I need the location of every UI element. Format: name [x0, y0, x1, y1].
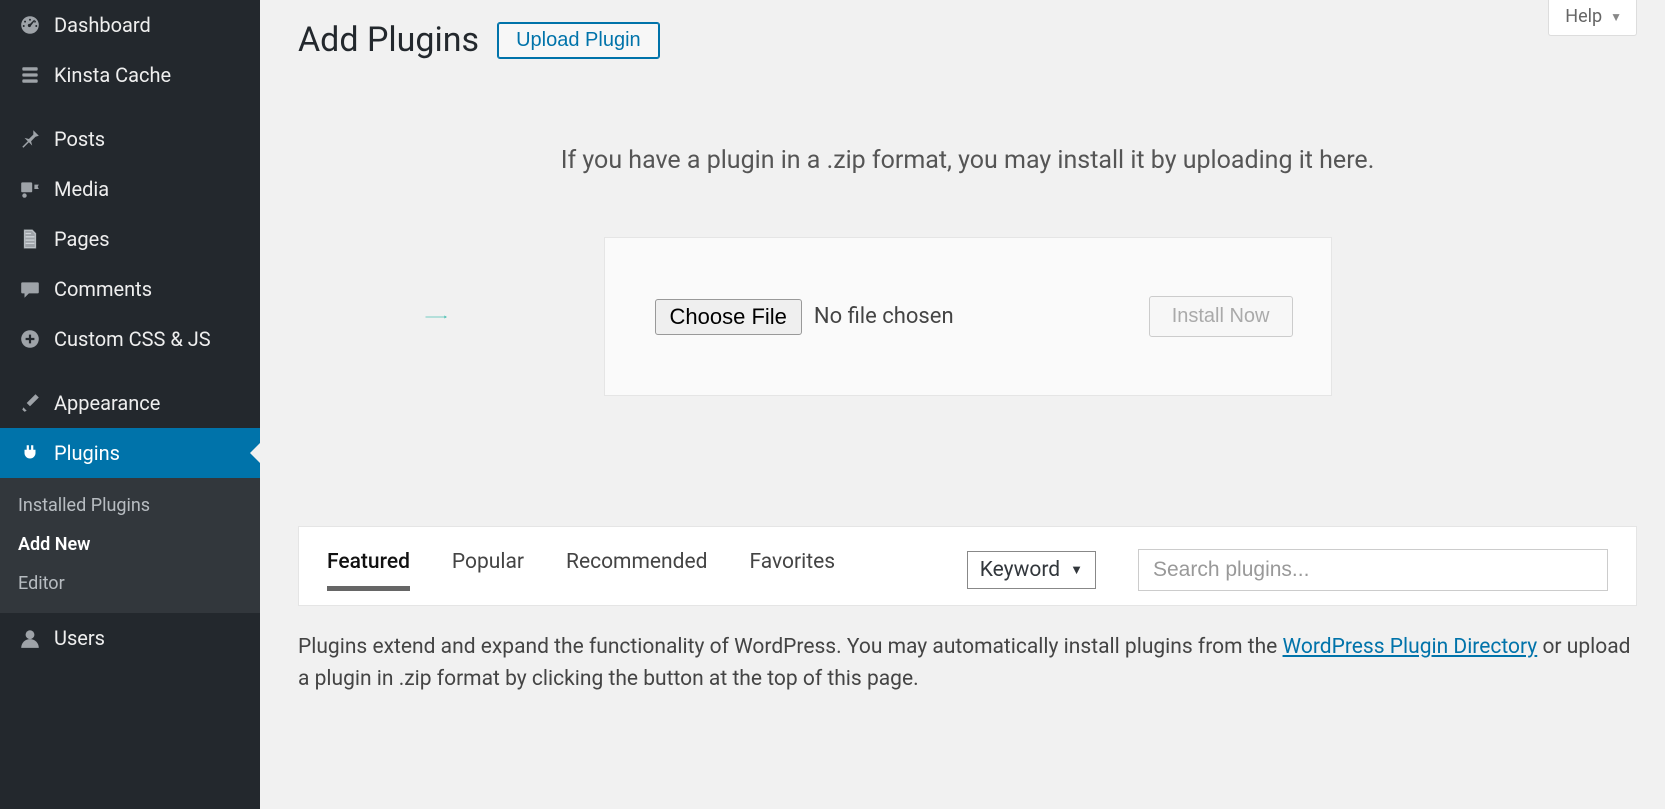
search-type-label: Keyword	[980, 558, 1060, 582]
page-header: Add Plugins Upload Plugin	[298, 0, 1637, 60]
sidebar-item-comments[interactable]: Comments	[0, 264, 260, 314]
plugins-description: Plugins extend and expand the functional…	[298, 632, 1637, 695]
main-content: Help ▼ Add Plugins Upload Plugin If you …	[260, 0, 1665, 809]
sidebar-item-label: Dashboard	[54, 13, 248, 37]
admin-sidebar: Dashboard Kinsta Cache Posts Media Pages…	[0, 0, 260, 809]
plugins-submenu: Installed Plugins Add New Editor	[0, 478, 260, 613]
sidebar-item-label: Posts	[54, 127, 248, 151]
chevron-down-icon: ▼	[1610, 10, 1622, 24]
submenu-add-new[interactable]: Add New	[0, 525, 260, 564]
install-now-button[interactable]: Install Now	[1149, 296, 1293, 337]
upload-plugin-button[interactable]: Upload Plugin	[497, 22, 660, 59]
sidebar-item-label: Comments	[54, 277, 248, 301]
help-tab[interactable]: Help ▼	[1548, 0, 1637, 36]
submenu-installed-plugins[interactable]: Installed Plugins	[0, 486, 260, 525]
comment-icon	[16, 278, 44, 300]
menu-separator	[0, 100, 260, 114]
pin-icon	[16, 128, 44, 150]
tab-favorites[interactable]: Favorites	[749, 550, 835, 591]
wp-plugin-directory-link[interactable]: WordPress Plugin Directory	[1283, 635, 1538, 659]
choose-file-button[interactable]: Choose File	[655, 299, 802, 335]
user-icon	[16, 627, 44, 649]
sidebar-item-posts[interactable]: Posts	[0, 114, 260, 164]
dashboard-icon	[16, 14, 44, 36]
sidebar-item-pages[interactable]: Pages	[0, 214, 260, 264]
sidebar-item-label: Custom CSS & JS	[54, 327, 248, 351]
sidebar-item-label: Media	[54, 177, 248, 201]
menu-separator	[0, 364, 260, 378]
arrow-annotation	[425, 306, 447, 328]
sidebar-item-custom-css-js[interactable]: Custom CSS & JS	[0, 314, 260, 364]
sidebar-item-label: Plugins	[54, 441, 248, 465]
plugin-icon	[16, 442, 44, 464]
sidebar-item-users[interactable]: Users	[0, 613, 260, 663]
sidebar-item-media[interactable]: Media	[0, 164, 260, 214]
file-input-row: Choose File No file chosen	[655, 299, 954, 335]
search-plugins-input[interactable]	[1138, 549, 1608, 591]
sidebar-item-dashboard[interactable]: Dashboard	[0, 0, 260, 50]
desc-text-pre: Plugins extend and expand the functional…	[298, 635, 1283, 659]
sidebar-item-label: Pages	[54, 227, 248, 251]
sidebar-item-plugins[interactable]: Plugins	[0, 428, 260, 478]
chevron-down-icon: ▼	[1070, 562, 1083, 578]
database-icon	[16, 64, 44, 86]
search-type-select[interactable]: Keyword ▼	[967, 551, 1096, 589]
tab-featured[interactable]: Featured	[327, 550, 410, 591]
sidebar-item-label: Users	[54, 626, 248, 650]
plus-circle-icon	[16, 328, 44, 350]
tab-popular[interactable]: Popular	[452, 550, 524, 591]
filter-tabs-panel: Featured Popular Recommended Favorites K…	[298, 526, 1637, 606]
sidebar-item-kinsta-cache[interactable]: Kinsta Cache	[0, 50, 260, 100]
file-status-label: No file chosen	[814, 304, 954, 329]
tab-recommended[interactable]: Recommended	[566, 550, 707, 591]
help-label: Help	[1565, 6, 1602, 27]
upload-panel-description: If you have a plugin in a .zip format, y…	[298, 146, 1637, 175]
sidebar-item-label: Appearance	[54, 391, 248, 415]
submenu-editor[interactable]: Editor	[0, 564, 260, 603]
page-title: Add Plugins	[298, 20, 479, 60]
sidebar-item-appearance[interactable]: Appearance	[0, 378, 260, 428]
upload-form: Choose File No file chosen Install Now	[604, 237, 1332, 396]
media-icon	[16, 178, 44, 200]
page-icon	[16, 228, 44, 250]
sidebar-item-label: Kinsta Cache	[54, 63, 248, 87]
brush-icon	[16, 392, 44, 414]
